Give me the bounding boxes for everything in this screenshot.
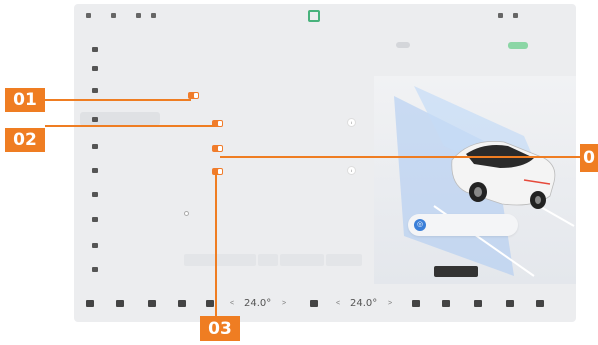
car-infotainment-screen: i i ◎ < 24.0° > < 24.0° >: [74, 4, 576, 322]
temp-left-decrease-button[interactable]: <: [230, 300, 234, 307]
car-icon[interactable]: [116, 300, 124, 307]
sidebar-item-driving-assist[interactable]: [80, 112, 160, 126]
sub-toggle-2[interactable]: [212, 144, 223, 152]
temp-right-increase-button[interactable]: >: [388, 300, 392, 307]
volume-icon: [513, 13, 518, 18]
callout-line-02: [45, 125, 215, 127]
tab-badge: [396, 42, 410, 48]
sidebar-item-2[interactable]: [80, 61, 160, 75]
user-icon: [92, 242, 98, 248]
sub-toggle-row-1: [212, 118, 235, 128]
music-icon[interactable]: [474, 300, 482, 307]
option-2[interactable]: [258, 254, 278, 266]
wifi-icon: [498, 13, 503, 18]
info-icon[interactable]: i: [348, 119, 355, 126]
fan-icon[interactable]: [310, 300, 318, 307]
sidebar-item-5[interactable]: [80, 139, 160, 153]
steering-heat-icon[interactable]: [178, 300, 186, 307]
option-4[interactable]: [326, 254, 362, 266]
connect-icon: [92, 191, 98, 197]
status-bar-left: [86, 13, 166, 18]
display-icon: [92, 143, 98, 149]
system-icon: [92, 266, 98, 272]
callout-01: 01: [5, 88, 45, 112]
seat-heat-icon[interactable]: [148, 300, 156, 307]
main-toggle[interactable]: [188, 91, 199, 99]
bluetooth-icon: [136, 13, 141, 18]
car-illustration: [394, 86, 575, 277]
radio-row[interactable]: [184, 211, 195, 216]
network-icon: [86, 13, 91, 18]
temp-left-increase-button[interactable]: >: [282, 300, 286, 307]
settings-sidebar: [74, 32, 164, 284]
app-icon[interactable]: [442, 300, 450, 307]
callout-02: 02: [5, 128, 45, 152]
location-icon: [151, 13, 156, 18]
temp-right-decrease-button[interactable]: <: [336, 300, 340, 307]
info-notice: ◎: [408, 214, 518, 236]
status-bar-right: [498, 13, 548, 18]
callout-line-03: [215, 172, 217, 316]
seat-icon: [92, 87, 98, 93]
option-1[interactable]: [184, 254, 256, 266]
vehicle-visual-panel: [374, 76, 576, 284]
camera-icon[interactable]: [86, 300, 94, 307]
radio-button[interactable]: [184, 211, 189, 216]
sidebar-item-3[interactable]: [80, 83, 160, 97]
status-bar: [74, 4, 576, 28]
tab-bar: [174, 42, 202, 46]
steering-assist-icon: ◎: [414, 219, 426, 231]
sub-toggle-row-2: [212, 143, 235, 153]
temp-right-value: 24.0°: [350, 298, 378, 309]
info-icon[interactable]: i: [348, 167, 355, 174]
callout-line-01: [45, 99, 191, 101]
seat-cool-icon[interactable]: [412, 300, 420, 307]
sidebar-item-8[interactable]: [80, 212, 160, 226]
car-icon: [92, 46, 98, 52]
page: i i ◎ < 24.0° > < 24.0° > 01 02 03 0: [0, 0, 598, 345]
callout-line-04: [220, 156, 580, 158]
sidebar-item-10[interactable]: [80, 262, 160, 276]
light-icon: [92, 65, 98, 71]
steering-wheel-icon: [92, 116, 98, 122]
sub-toggle-3[interactable]: [212, 167, 223, 175]
phone-icon: [92, 216, 98, 222]
apps-grid-icon[interactable]: [506, 300, 514, 307]
home-logo-icon[interactable]: [308, 10, 320, 22]
temp-left-value: 24.0°: [244, 298, 272, 309]
volume-icon[interactable]: [536, 300, 544, 307]
callout-04: 0: [580, 144, 598, 172]
option-3[interactable]: [280, 254, 324, 266]
sidebar-item-6[interactable]: [80, 163, 160, 177]
action-button[interactable]: [434, 266, 478, 277]
callout-03: 03: [200, 316, 240, 341]
signal-icon: [111, 13, 116, 18]
main-toggle-row: [188, 90, 211, 100]
sidebar-item-9[interactable]: [80, 238, 160, 252]
sidebar-item-1[interactable]: [80, 42, 160, 56]
status-badge: [508, 42, 528, 49]
sidebar-item-7[interactable]: [80, 187, 160, 201]
phone-icon[interactable]: [206, 300, 214, 307]
sound-icon: [92, 167, 98, 173]
